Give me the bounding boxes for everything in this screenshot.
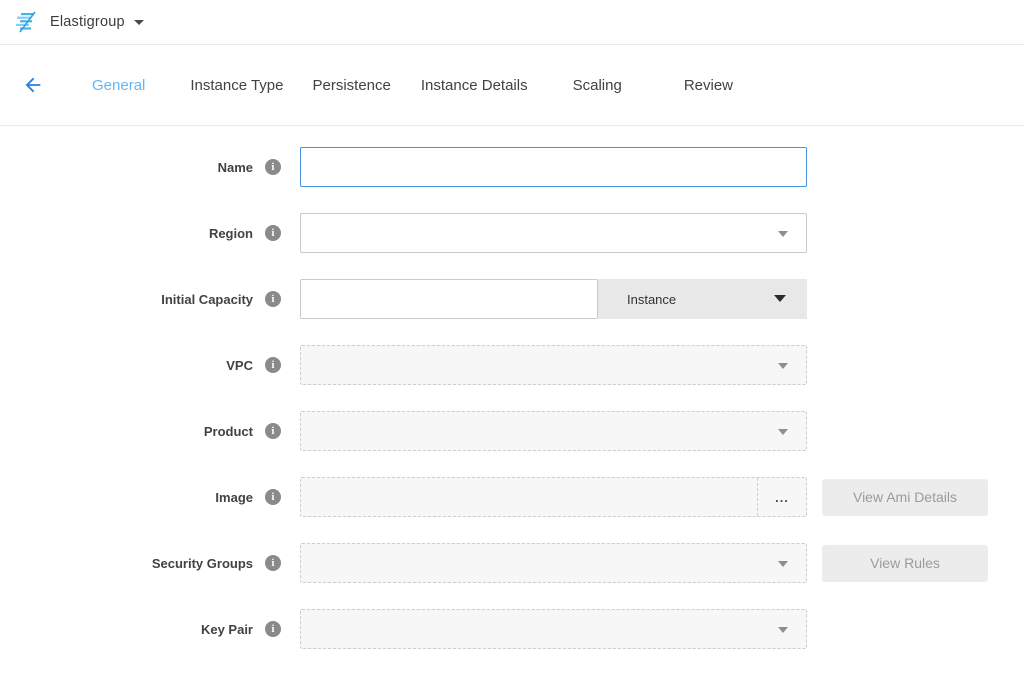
back-button[interactable]: [22, 74, 44, 96]
security-groups-select[interactable]: [300, 543, 807, 583]
general-settings-form: Name i Region i Initial Capacity i Insta…: [0, 126, 1024, 649]
info-icon[interactable]: i: [265, 621, 281, 637]
app-title: Elastigroup: [50, 14, 125, 30]
chevron-down-icon: [774, 295, 786, 302]
form-row-product: Product i: [0, 411, 1024, 451]
security-groups-label: Security Groups: [152, 556, 253, 571]
wizard-tabs: General Instance Type Persistence Instan…: [92, 77, 733, 94]
image-label: Image: [215, 490, 253, 505]
tab-instance-type[interactable]: Instance Type: [190, 77, 283, 94]
product-label: Product: [204, 424, 253, 439]
chevron-down-icon: [134, 20, 144, 25]
top-bar: Elastigroup: [0, 0, 1024, 45]
wizard-tab-bar: General Instance Type Persistence Instan…: [0, 45, 1024, 126]
image-browse-button[interactable]: ...: [757, 478, 806, 516]
capacity-unit-select[interactable]: Instance: [598, 279, 807, 319]
view-rules-button[interactable]: View Rules: [822, 545, 988, 582]
info-icon[interactable]: i: [265, 423, 281, 439]
form-row-key-pair: Key Pair i: [0, 609, 1024, 649]
name-input[interactable]: [300, 147, 807, 187]
info-icon[interactable]: i: [265, 159, 281, 175]
product-select[interactable]: [300, 411, 807, 451]
image-input[interactable]: ...: [300, 477, 807, 517]
form-row-name: Name i: [0, 147, 1024, 187]
view-ami-details-button[interactable]: View Ami Details: [822, 479, 988, 516]
vpc-label: VPC: [226, 358, 253, 373]
tab-scaling[interactable]: Scaling: [573, 77, 622, 94]
back-arrow-icon: [22, 74, 44, 96]
elastigroup-logo-icon: [14, 11, 40, 33]
info-icon[interactable]: i: [265, 555, 281, 571]
chevron-down-icon: [778, 627, 788, 633]
region-select[interactable]: [300, 213, 807, 253]
info-icon[interactable]: i: [265, 291, 281, 307]
info-icon[interactable]: i: [265, 489, 281, 505]
capacity-unit-value: Instance: [627, 292, 676, 307]
tab-persistence[interactable]: Persistence: [313, 77, 391, 94]
chevron-down-icon: [778, 561, 788, 567]
form-row-vpc: VPC i: [0, 345, 1024, 385]
name-label: Name: [218, 160, 253, 175]
chevron-down-icon: [778, 429, 788, 435]
chevron-down-icon: [778, 231, 788, 237]
chevron-down-icon: [778, 363, 788, 369]
form-row-initial-capacity: Initial Capacity i Instance: [0, 279, 1024, 319]
elastigroup-product-switcher[interactable]: Elastigroup: [14, 11, 144, 33]
info-icon[interactable]: i: [265, 225, 281, 241]
tab-general[interactable]: General: [92, 77, 145, 94]
info-icon[interactable]: i: [265, 357, 281, 373]
tab-instance-details[interactable]: Instance Details: [421, 77, 528, 94]
initial-capacity-label: Initial Capacity: [161, 292, 253, 307]
form-row-security-groups: Security Groups i View Rules: [0, 543, 1024, 583]
vpc-select[interactable]: [300, 345, 807, 385]
key-pair-select[interactable]: [300, 609, 807, 649]
tab-review[interactable]: Review: [684, 77, 733, 94]
form-row-region: Region i: [0, 213, 1024, 253]
initial-capacity-input[interactable]: [300, 279, 598, 319]
key-pair-label: Key Pair: [201, 622, 253, 637]
form-row-image: Image i ... View Ami Details: [0, 477, 1024, 517]
region-label: Region: [209, 226, 253, 241]
